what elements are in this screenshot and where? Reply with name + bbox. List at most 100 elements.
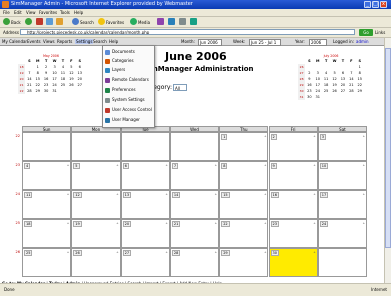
add-entry-icon[interactable]: + bbox=[215, 163, 218, 167]
address-input[interactable]: http://projects.piecedesk.co.uk/calendar… bbox=[20, 29, 355, 35]
close-button[interactable]: x bbox=[380, 1, 387, 8]
mini-day[interactable]: 31 bbox=[50, 88, 58, 94]
back-icon[interactable] bbox=[3, 18, 10, 25]
day-cell[interactable]: 15 + bbox=[219, 190, 269, 219]
day-number-link[interactable]: 21 bbox=[171, 221, 181, 227]
day-cell[interactable]: 16 + bbox=[268, 190, 318, 219]
add-entry-icon[interactable]: + bbox=[67, 163, 70, 167]
add-entry-icon[interactable]: + bbox=[363, 134, 366, 138]
home-icon[interactable] bbox=[56, 18, 63, 25]
forward-icon[interactable] bbox=[25, 18, 32, 25]
week-select[interactable]: Jun 25 - Jul 1 bbox=[249, 39, 281, 46]
mini-day[interactable]: 30 bbox=[42, 88, 50, 94]
menu-item-user-manager[interactable]: User Manager bbox=[105, 116, 153, 123]
day-number-link[interactable]: 13 bbox=[122, 192, 132, 198]
day-cell[interactable]: 12 + bbox=[71, 190, 121, 219]
add-entry-icon[interactable]: + bbox=[313, 163, 316, 167]
nav-events[interactable]: Events bbox=[27, 39, 41, 44]
day-cell[interactable]: 2 + bbox=[268, 132, 318, 161]
day-cell[interactable]: 17 + bbox=[317, 190, 368, 219]
day-cell[interactable]: 19 + bbox=[71, 219, 121, 248]
menu-help[interactable]: Help bbox=[74, 10, 83, 15]
add-entry-icon[interactable]: + bbox=[313, 250, 316, 254]
day-cell[interactable]: 28 + bbox=[169, 248, 220, 277]
day-number-link[interactable]: 23 bbox=[270, 221, 279, 227]
week-number-link[interactable]: 26 bbox=[2, 250, 20, 254]
add-entry-icon[interactable]: + bbox=[264, 192, 267, 196]
menu-edit[interactable]: Edit bbox=[14, 10, 22, 15]
day-number-link[interactable]: 9 bbox=[270, 163, 277, 169]
add-entry-icon[interactable]: + bbox=[116, 250, 119, 254]
day-number-link[interactable]: 8 bbox=[221, 163, 228, 169]
menu-view[interactable]: View bbox=[26, 10, 36, 15]
day-number-link[interactable]: 4 bbox=[24, 163, 31, 169]
back-label[interactable]: Back bbox=[11, 20, 21, 25]
menu-item-user-access-control[interactable]: User Access Control bbox=[105, 106, 153, 113]
week-number-link[interactable]: 23 bbox=[2, 163, 20, 167]
day-number-link[interactable]: 22 bbox=[221, 221, 230, 227]
add-entry-icon[interactable]: + bbox=[116, 221, 119, 225]
day-cell[interactable]: 30 + bbox=[268, 248, 318, 277]
add-entry-icon[interactable]: + bbox=[264, 163, 267, 167]
add-entry-icon[interactable]: + bbox=[313, 192, 316, 196]
add-entry-icon[interactable]: + bbox=[67, 192, 70, 196]
nav-settings[interactable]: Settings bbox=[75, 39, 94, 44]
add-entry-icon[interactable]: + bbox=[116, 192, 119, 196]
day-number-link[interactable]: 1 bbox=[221, 134, 228, 140]
search-label[interactable]: Search bbox=[80, 20, 94, 25]
day-cell[interactable]: 20 + bbox=[120, 219, 170, 248]
add-entry-icon[interactable]: + bbox=[363, 163, 366, 167]
day-cell[interactable]: 3 + bbox=[317, 132, 368, 161]
week-number-link[interactable]: 22 bbox=[2, 134, 20, 138]
day-number-link[interactable]: 3 bbox=[319, 134, 327, 140]
day-cell[interactable]: 18 + bbox=[22, 219, 72, 248]
mail-icon[interactable] bbox=[168, 18, 175, 25]
week-number-link[interactable]: 24 bbox=[2, 192, 20, 196]
add-entry-icon[interactable]: + bbox=[215, 221, 218, 225]
menu-item-categories[interactable]: Categories bbox=[105, 57, 153, 64]
day-cell[interactable]: 10 + bbox=[317, 161, 368, 190]
add-entry-icon[interactable]: + bbox=[264, 250, 267, 254]
day-cell[interactable]: 29 + bbox=[219, 248, 269, 277]
links-button[interactable]: Links bbox=[375, 30, 385, 35]
day-number-link[interactable]: 7 bbox=[171, 163, 179, 169]
day-cell[interactable]: 6 + bbox=[120, 161, 170, 190]
menu-item-system-settings[interactable]: System Settings bbox=[105, 96, 153, 103]
scroll-thumb[interactable] bbox=[385, 48, 391, 248]
add-entry-icon[interactable]: + bbox=[165, 192, 168, 196]
day-number-link[interactable]: 16 bbox=[270, 192, 279, 198]
add-entry-icon[interactable]: + bbox=[215, 250, 218, 254]
day-cell[interactable]: 11 + bbox=[22, 190, 72, 219]
go-button[interactable]: Go bbox=[359, 29, 373, 36]
day-number-link[interactable]: 24 bbox=[319, 221, 329, 227]
menu-favorites[interactable]: Favorites bbox=[39, 10, 57, 15]
edit-icon[interactable] bbox=[190, 18, 197, 25]
day-cell[interactable]: 13 + bbox=[120, 190, 170, 219]
nav-views[interactable]: Views bbox=[43, 39, 55, 44]
mini-week-number[interactable]: 22 bbox=[18, 88, 26, 94]
day-number-link[interactable]: 6 bbox=[122, 163, 129, 169]
day-number-link[interactable]: 20 bbox=[122, 221, 132, 227]
week-number-link[interactable]: 25 bbox=[2, 221, 20, 225]
add-entry-icon[interactable]: + bbox=[264, 221, 267, 225]
day-number-link[interactable]: 17 bbox=[319, 192, 329, 198]
print-icon[interactable] bbox=[179, 18, 186, 25]
add-entry-icon[interactable]: + bbox=[264, 134, 267, 138]
add-entry-icon[interactable]: + bbox=[363, 221, 366, 225]
day-cell[interactable]: 21 + bbox=[169, 219, 220, 248]
add-entry-icon[interactable]: + bbox=[165, 163, 168, 167]
add-entry-icon[interactable]: + bbox=[313, 134, 316, 138]
day-cell[interactable]: 23 + bbox=[268, 219, 318, 248]
nav-help[interactable]: Help bbox=[109, 39, 118, 44]
user-link[interactable]: admin bbox=[356, 39, 369, 44]
day-number-link[interactable]: 25 bbox=[24, 250, 33, 256]
media-icon[interactable] bbox=[130, 18, 137, 25]
day-number-link[interactable]: 29 bbox=[221, 250, 230, 256]
maximize-button[interactable]: □ bbox=[372, 1, 379, 8]
menu-file[interactable]: File bbox=[3, 10, 10, 15]
day-number-link[interactable]: 12 bbox=[73, 192, 82, 198]
day-number-link[interactable]: 11 bbox=[24, 192, 33, 198]
search-icon[interactable] bbox=[72, 18, 79, 25]
add-entry-icon[interactable]: + bbox=[116, 163, 119, 167]
day-cell[interactable]: 7 + bbox=[169, 161, 220, 190]
